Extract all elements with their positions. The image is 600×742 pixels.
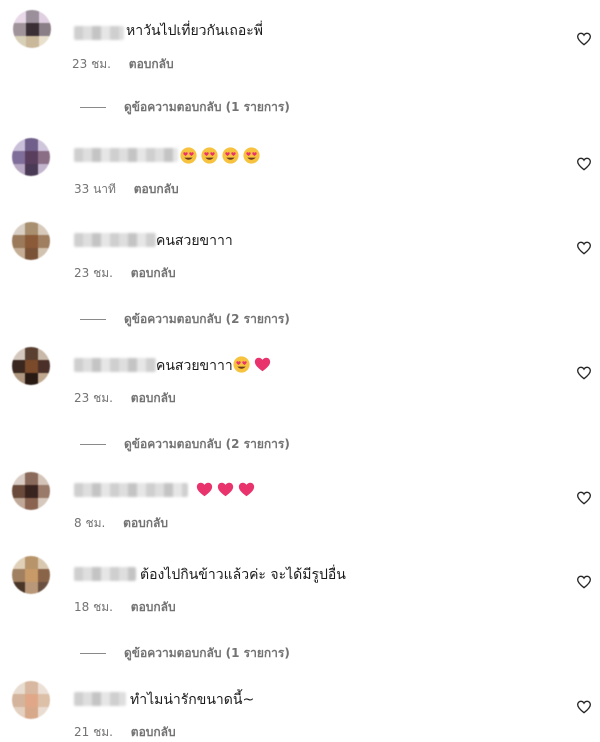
avatar[interactable] xyxy=(12,681,50,719)
heart-outline-icon[interactable] xyxy=(576,156,592,172)
avatar[interactable] xyxy=(12,222,50,260)
heart-outline-icon[interactable] xyxy=(576,574,592,590)
comment-text: คนสวยขาาา xyxy=(156,233,233,249)
heart-eyes-emoji xyxy=(201,147,218,164)
pink-heart-emoji xyxy=(238,482,255,497)
divider-line xyxy=(80,107,106,108)
reply-button[interactable]: ตอบกลับ xyxy=(134,182,179,196)
heart-outline-icon[interactable] xyxy=(576,699,592,715)
comment-time: 23 ชม. xyxy=(72,57,111,71)
comment-text: ต้องไปกินข้าวแล้วค่ะ จะได้มีรูปอื่น xyxy=(140,567,346,583)
heart-outline-icon[interactable] xyxy=(576,365,592,381)
heart-outline-icon[interactable] xyxy=(576,31,592,47)
divider-line xyxy=(80,444,106,445)
comment-meta: 23 ชม. ตอบกลับ xyxy=(72,55,174,74)
comment-meta: 23 ชม. ตอบกลับ xyxy=(74,389,176,408)
view-replies-button[interactable]: ดูข้อความตอบกลับ (1 รายการ) xyxy=(80,98,290,117)
reply-button[interactable]: ตอบกลับ xyxy=(131,600,176,614)
pink-heart-emoji xyxy=(217,482,234,497)
comment-meta: 21 ชม. ตอบกลับ xyxy=(74,723,176,742)
username-blurred[interactable] xyxy=(74,358,156,372)
comment-meta: 23 ชม. ตอบกลับ xyxy=(74,264,176,283)
pink-heart-emoji xyxy=(196,482,213,497)
reply-button[interactable]: ตอบกลับ xyxy=(131,266,176,280)
username-blurred[interactable] xyxy=(74,567,136,581)
username-blurred[interactable] xyxy=(74,26,124,40)
comment-text: คนสวยขาาา xyxy=(156,356,275,376)
comment-time: 8 ชม. xyxy=(74,516,106,530)
comment-emojis xyxy=(180,147,264,167)
comment-text: หาวันไปเที่ยวกันเถอะพี่ xyxy=(126,23,263,39)
view-replies-button[interactable]: ดูข้อความตอบกลับ (2 รายการ) xyxy=(80,310,290,329)
comment-time: 23 ชม. xyxy=(74,266,113,280)
view-replies-button[interactable]: ดูข้อความตอบกลับ (2 รายการ) xyxy=(80,435,290,454)
heart-eyes-emoji xyxy=(222,147,239,164)
username-blurred[interactable] xyxy=(74,483,188,497)
heart-outline-icon[interactable] xyxy=(576,240,592,256)
comment-time: 33 นาที xyxy=(74,182,116,196)
reply-button[interactable]: ตอบกลับ xyxy=(131,725,176,739)
comment-meta: 33 นาที ตอบกลับ xyxy=(74,180,179,199)
heart-outline-icon[interactable] xyxy=(576,490,592,506)
reply-button[interactable]: ตอบกลับ xyxy=(123,516,168,530)
avatar[interactable] xyxy=(12,347,50,385)
comment-text: ทำไมน่ารักขนาดนี้~ xyxy=(130,692,255,708)
username-blurred[interactable] xyxy=(74,692,126,706)
comment-time: 21 ชม. xyxy=(74,725,113,739)
avatar[interactable] xyxy=(12,472,50,510)
divider-line xyxy=(80,653,106,654)
heart-eyes-emoji xyxy=(180,147,197,164)
heart-eyes-emoji xyxy=(243,147,260,164)
pink-heart-emoji xyxy=(254,357,270,372)
username-blurred[interactable] xyxy=(74,233,156,247)
avatar[interactable] xyxy=(12,138,50,176)
comment-time: 23 ชม. xyxy=(74,391,113,405)
username-blurred[interactable] xyxy=(74,148,178,162)
comment-emojis xyxy=(196,481,259,501)
view-replies-button[interactable]: ดูข้อความตอบกลับ (1 รายการ) xyxy=(80,644,290,663)
comment-time: 18 ชม. xyxy=(74,600,113,614)
avatar[interactable] xyxy=(13,10,51,48)
reply-button[interactable]: ตอบกลับ xyxy=(129,57,174,71)
comment-meta: 8 ชม. ตอบกลับ xyxy=(74,514,168,533)
heart-eyes-emoji xyxy=(233,356,250,373)
divider-line xyxy=(80,319,106,320)
reply-button[interactable]: ตอบกลับ xyxy=(131,391,176,405)
avatar[interactable] xyxy=(12,556,50,594)
comment-meta: 18 ชม. ตอบกลับ xyxy=(74,598,176,617)
